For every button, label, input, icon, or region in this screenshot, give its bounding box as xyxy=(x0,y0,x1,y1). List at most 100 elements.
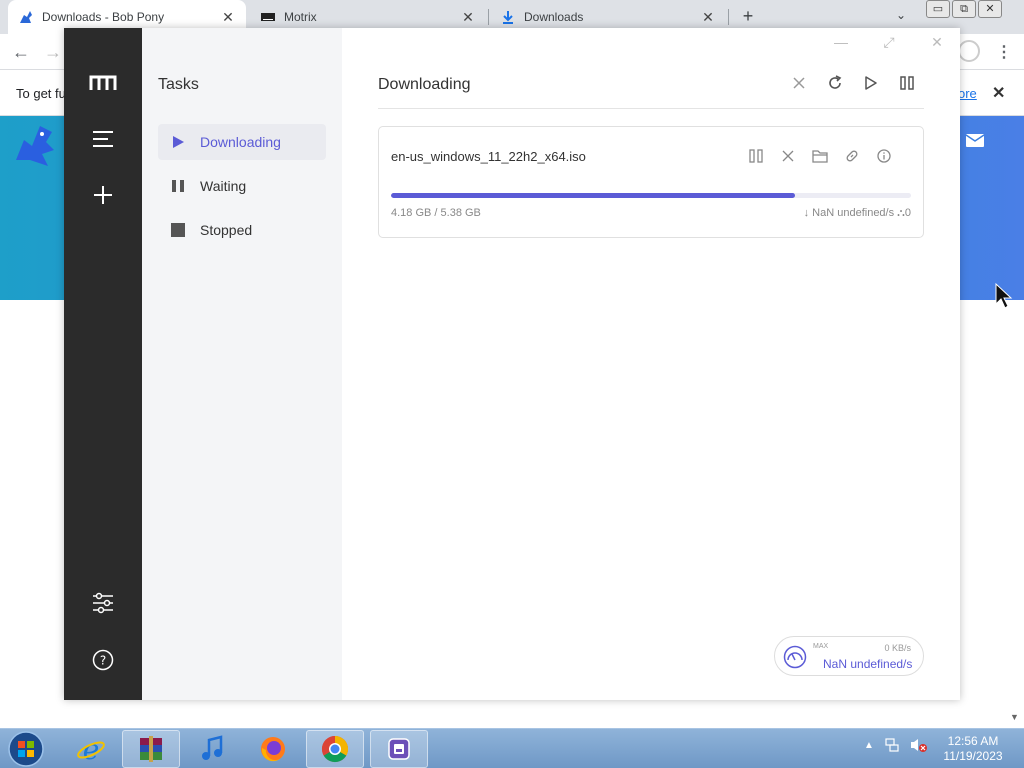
volume-muted-icon[interactable] xyxy=(910,737,928,753)
taskbar-chrome-button[interactable] xyxy=(306,730,364,768)
progress-bar xyxy=(391,193,911,198)
motrix-icon xyxy=(388,738,410,760)
refresh-icon[interactable] xyxy=(826,74,844,92)
subnav-title: Tasks xyxy=(158,76,199,93)
subnav-item-waiting[interactable]: Waiting xyxy=(158,168,326,204)
task-list-menu-icon[interactable] xyxy=(88,124,118,154)
close-window-button[interactable]: ✕ xyxy=(978,0,1002,18)
help-question-icon[interactable]: ? xyxy=(88,645,118,675)
clock-date: 11/19/2023 xyxy=(943,749,1003,763)
motrix-favicon-icon xyxy=(261,13,275,21)
speedometer-icon xyxy=(783,645,807,669)
link-icon[interactable] xyxy=(843,147,861,165)
page-title: Downloading xyxy=(378,76,471,93)
tab-close-icon[interactable]: ✕ xyxy=(220,9,236,26)
play-icon[interactable] xyxy=(862,74,880,92)
mail-icon[interactable] xyxy=(966,134,984,147)
play-icon xyxy=(170,134,186,150)
motrix-sidebar-rail: ? xyxy=(64,28,142,700)
speed-value: NaN undefined/s xyxy=(823,657,913,671)
pause-icon[interactable] xyxy=(898,74,916,92)
tab-title: Downloads xyxy=(524,10,584,24)
tab-title: Motrix xyxy=(284,10,317,24)
task-size: 4.18 GB / 5.38 GB xyxy=(391,207,481,219)
connections-count: ⛬0 xyxy=(897,207,911,219)
motrix-app-window: ? Tasks Downloading Waiting Stopped — ⤢ … xyxy=(64,28,960,700)
motrix-window-controls: — ⤢ ✕ xyxy=(832,34,946,51)
taskbar-clock[interactable]: 12:56 AM 11/19/2023 xyxy=(940,734,1006,764)
progress-fill xyxy=(391,193,796,198)
list-actions xyxy=(790,74,916,92)
speed-max-label: MAX xyxy=(813,643,829,650)
tab-separator xyxy=(488,9,489,25)
system-tray: ▲ xyxy=(864,737,928,753)
clock-time: 12:56 AM xyxy=(947,734,999,748)
taskbar-winrar-button[interactable] xyxy=(122,730,180,768)
speed-meter-widget[interactable]: MAX 0 KB/s NaN undefined/s xyxy=(774,636,924,676)
motrix-logo-icon[interactable] xyxy=(88,68,118,98)
back-button[interactable]: ← xyxy=(12,42,30,63)
motrix-minimize-button[interactable]: — xyxy=(832,34,850,51)
download-favicon-icon xyxy=(503,11,513,24)
new-tab-button[interactable]: + xyxy=(738,6,758,27)
bobpony-favicon-icon xyxy=(20,11,32,23)
motrix-close-button[interactable]: ✕ xyxy=(928,34,946,51)
tab-title: Downloads - Bob Pony xyxy=(42,10,165,24)
firefox-icon xyxy=(261,737,285,762)
svg-text:?: ? xyxy=(100,654,106,668)
subnav-item-stopped[interactable]: Stopped xyxy=(158,212,326,248)
task-name: en-us_windows_11_22h2_x64.iso xyxy=(391,149,586,164)
download-speed: ↓ NaN undefined/s xyxy=(803,207,895,219)
network-icon[interactable] xyxy=(884,737,900,753)
winrar-icon xyxy=(140,736,162,762)
delete-icon[interactable] xyxy=(779,147,797,165)
speed-limit: 0 KB/s xyxy=(884,643,911,653)
task-actions xyxy=(747,147,893,165)
close-icon[interactable] xyxy=(790,74,808,92)
restore-button[interactable]: ⧉ xyxy=(952,0,976,18)
forward-button[interactable]: → xyxy=(44,42,62,63)
pause-icon[interactable] xyxy=(747,147,765,165)
scrollbar-down-arrow[interactable]: ▼ xyxy=(1010,712,1019,722)
subnav-item-downloading[interactable]: Downloading xyxy=(158,124,326,160)
info-icon[interactable] xyxy=(875,147,893,165)
tab-close-icon[interactable]: ✕ xyxy=(700,9,716,26)
folder-icon[interactable] xyxy=(811,147,829,165)
taskbar-itunes-button[interactable] xyxy=(184,730,242,768)
windows-taskbar: e ▲ 12:56 AM 11/19/2023 xyxy=(0,728,1024,768)
window-buttons: ▭ ⧉ ✕ xyxy=(926,0,1002,18)
stop-icon xyxy=(170,222,186,238)
divider xyxy=(378,108,924,109)
tab-search-button[interactable]: ⌄ xyxy=(896,8,906,22)
tray-expand-icon[interactable]: ▲ xyxy=(864,740,874,751)
mouse-cursor-icon xyxy=(995,282,1013,309)
motrix-main-panel: — ⤢ ✕ Downloading en-us_windows_11_22h2_… xyxy=(342,28,960,700)
windows-start-orb-icon[interactable] xyxy=(6,730,46,768)
chrome-icon xyxy=(321,735,349,763)
tasks-subnav: Tasks Downloading Waiting Stopped xyxy=(142,28,342,700)
taskbar-firefox-button[interactable] xyxy=(244,730,302,768)
subnav-item-label: Stopped xyxy=(200,222,253,238)
tab-separator xyxy=(728,9,729,25)
motrix-maximize-button[interactable]: ⤢ xyxy=(880,34,898,51)
task-item[interactable]: en-us_windows_11_22h2_x64.iso 4.18 GB / … xyxy=(378,126,924,238)
subnav-item-label: Waiting xyxy=(200,178,247,194)
taskbar-ie-button[interactable]: e xyxy=(62,730,120,768)
add-task-plus-icon[interactable] xyxy=(88,180,118,210)
svg-text:e: e xyxy=(83,734,100,764)
pause-icon xyxy=(170,178,186,194)
preferences-sliders-icon[interactable] xyxy=(88,588,118,618)
task-speed: ↓ NaN undefined/s ⛬0 xyxy=(804,207,911,220)
infobar-text: To get fu xyxy=(16,86,66,101)
ie-icon: e xyxy=(77,734,105,764)
tab-close-icon[interactable]: ✕ xyxy=(460,9,476,26)
browser-menu-button[interactable]: ⋮ xyxy=(996,42,1012,62)
profile-avatar[interactable] xyxy=(958,40,980,62)
taskbar-motrix-button[interactable] xyxy=(370,730,428,768)
minimize-button[interactable]: ▭ xyxy=(926,0,950,18)
infobar-learn-more-link[interactable]: ore xyxy=(958,86,977,101)
infobar-close-button[interactable]: ✕ xyxy=(992,83,1005,103)
subnav-item-label: Downloading xyxy=(200,134,281,150)
bobpony-logo-icon xyxy=(16,126,54,166)
itunes-icon xyxy=(202,735,223,760)
